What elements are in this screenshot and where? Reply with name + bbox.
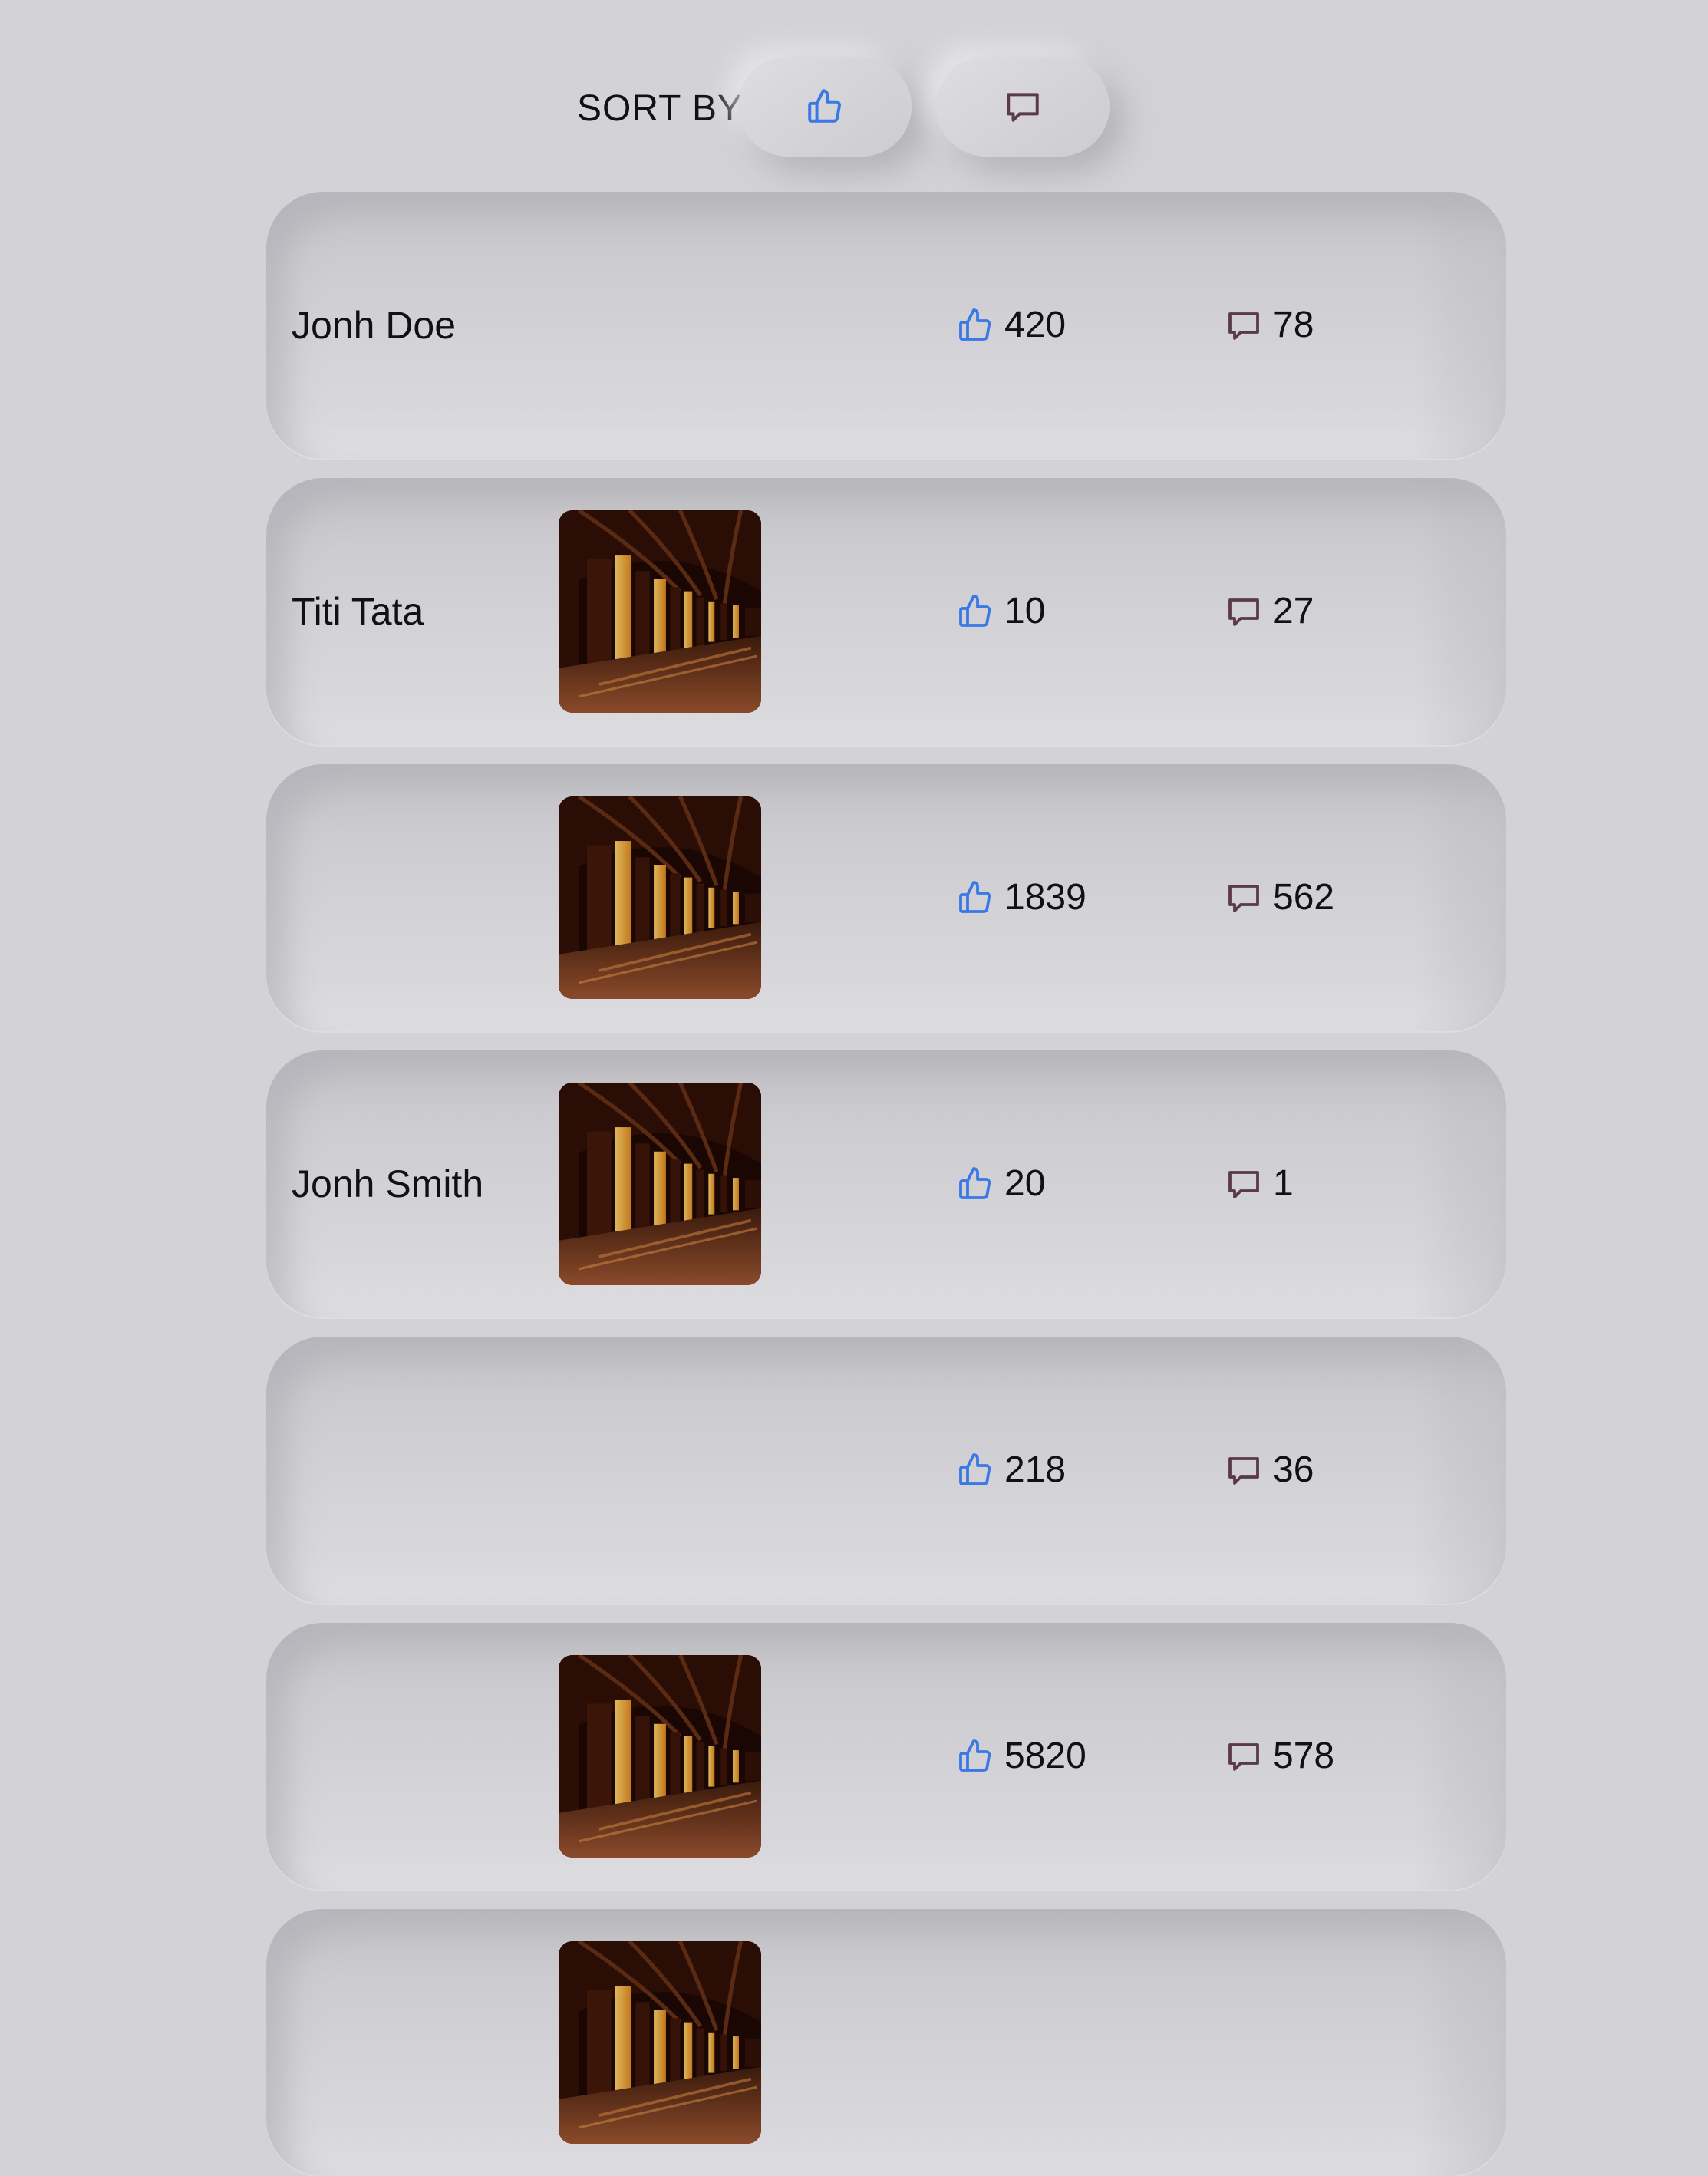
post-image[interactable] [559,1941,761,2144]
post-author: Jonh Smith [292,1162,484,1205]
likes-count: 5820 [957,1730,1086,1782]
thumbs-up-icon [959,1453,991,1485]
corridor-image [559,1941,761,2144]
corridor-image [559,1083,761,1285]
comment-icon [1228,885,1259,912]
post-card[interactable]: Jonh Doe 420 78 [266,192,1506,459]
comment-icon [1228,1171,1259,1198]
thumbs-up-icon [959,881,991,913]
comments-count: 562 [1225,872,1334,924]
likes-value: 420 [1004,305,1067,345]
thumbs-up-icon [808,89,841,123]
thumbs-up-icon [959,1739,991,1772]
comments-value: 578 [1273,1736,1335,1776]
comment-icon [1007,93,1039,122]
post-card[interactable]: 218 36 [266,1337,1506,1604]
comments-count: 36 [1225,1444,1314,1496]
thumbs-up-icon [959,308,991,341]
comment-icon [1228,1457,1259,1485]
comments-value: 562 [1273,877,1335,918]
sort-by-likes-button[interactable] [738,57,912,157]
likes-value: 218 [1004,1449,1067,1490]
corridor-image [559,796,761,999]
post-author: Titi Tata [292,590,424,633]
post-card[interactable] [266,1909,1506,2176]
comments-count: 578 [1225,1730,1334,1782]
likes-value: 5820 [1004,1736,1086,1776]
post-image[interactable] [559,510,761,713]
post-card[interactable]: 1839 562 [266,764,1506,1031]
comments-value: 78 [1273,305,1314,345]
comments-value: 27 [1273,591,1314,631]
likes-value: 10 [1004,591,1046,631]
post-image[interactable] [559,796,761,999]
likes-value: 1839 [1004,877,1086,918]
likes-value: 20 [1004,1163,1046,1204]
likes-count: 1839 [957,872,1086,924]
post-image[interactable] [559,1083,761,1285]
corridor-image [559,510,761,713]
post-card[interactable]: 5820 578 [266,1623,1506,1890]
sort-label: SORT BY: [577,88,752,129]
thumbs-up-icon [959,595,991,627]
likes-count: 420 [957,299,1066,351]
comment-icon [1228,312,1259,340]
post-card[interactable]: Jonh Smith 20 1 [266,1050,1506,1317]
comments-count: 78 [1225,299,1314,351]
likes-count: 218 [957,1444,1066,1496]
thumbs-up-icon [959,1167,991,1199]
corridor-image [559,1655,761,1858]
post-card[interactable]: Titi Tata 10 27 [266,478,1506,745]
post-author: Jonh Doe [292,304,457,347]
comment-icon [1228,1743,1259,1771]
comments-count: 27 [1225,585,1314,638]
comments-value: 1 [1273,1163,1294,1204]
comment-icon [1228,598,1259,626]
comments-value: 36 [1273,1449,1314,1490]
sort-bar: SORT BY: [0,55,1708,158]
likes-count: 10 [957,585,1045,638]
post-image[interactable] [559,1655,761,1858]
sort-by-comments-button[interactable] [936,57,1110,157]
comments-count: 1 [1225,1158,1294,1210]
likes-count: 20 [957,1158,1045,1210]
